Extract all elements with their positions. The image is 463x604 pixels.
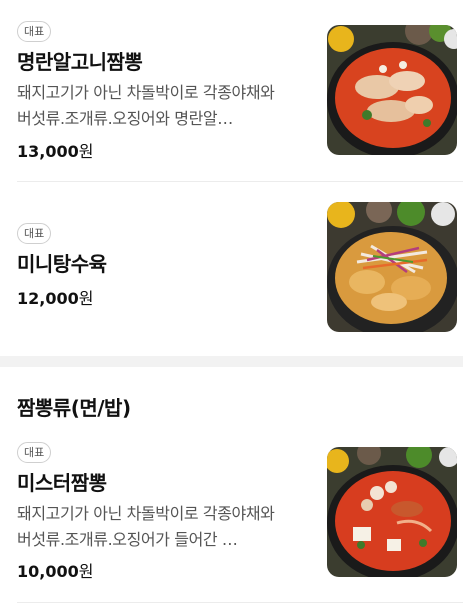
menu-item-description: 돼지고기가 아닌 차돌박이로 각종야채와 버섯류.조개류.오징어가 들어간 … — [17, 504, 275, 549]
menu-item-mini-tangsuyuk[interactable]: 대표 미니탕수육 12,000원 — [0, 202, 463, 333]
jjamppong-image — [327, 447, 457, 577]
signature-badge: 대표 — [17, 442, 52, 463]
signature-badge: 대표 — [17, 223, 52, 244]
menu-item-name: 미스터짬뽕 — [17, 471, 107, 495]
menu-item-myeongran-jjamppong[interactable]: 대표 명란알고니짬뽕 돼지고기가 아닌 차돌박이로 각종야채와 버섯류.조개류.… — [0, 21, 463, 181]
menu-page: 대표 명란알고니짬뽕 돼지고기가 아닌 차돌박이로 각종야채와 버섯류.조개류.… — [0, 0, 463, 604]
menu-item-price: 10,000원 — [17, 558, 93, 582]
menu-item-name: 명란알고니짬뽕 — [17, 50, 143, 74]
menu-item-price: 12,000원 — [17, 285, 93, 309]
section-separator — [0, 356, 463, 367]
section-title: 짬뽕류(면/밥) — [17, 396, 131, 420]
tangsuyuk-image — [327, 202, 457, 332]
menu-item-photo — [327, 25, 457, 155]
jjamppong-roe-image — [327, 25, 457, 155]
menu-item-photo — [327, 447, 457, 577]
item-divider — [17, 602, 463, 603]
menu-item-photo — [327, 202, 457, 332]
menu-item-price: 13,000원 — [17, 138, 93, 162]
menu-item-name: 미니탕수육 — [17, 252, 107, 276]
price-amount: 10,000 — [17, 562, 79, 581]
menu-item-mister-jjamppong[interactable]: 대표 미스터짬뽕 돼지고기가 아닌 차돌박이로 각종야채와 버섯류.조개류.오징… — [0, 442, 463, 604]
menu-item-description: 돼지고기가 아닌 차돌박이로 각종야채와 버섯류.조개류.오징어와 명란알… — [17, 83, 275, 128]
signature-badge: 대표 — [17, 21, 52, 42]
item-divider — [17, 181, 463, 182]
price-amount: 12,000 — [17, 289, 79, 308]
price-currency: 원 — [78, 289, 94, 308]
price-currency: 원 — [78, 142, 94, 161]
price-currency: 원 — [78, 562, 94, 581]
price-amount: 13,000 — [17, 142, 79, 161]
